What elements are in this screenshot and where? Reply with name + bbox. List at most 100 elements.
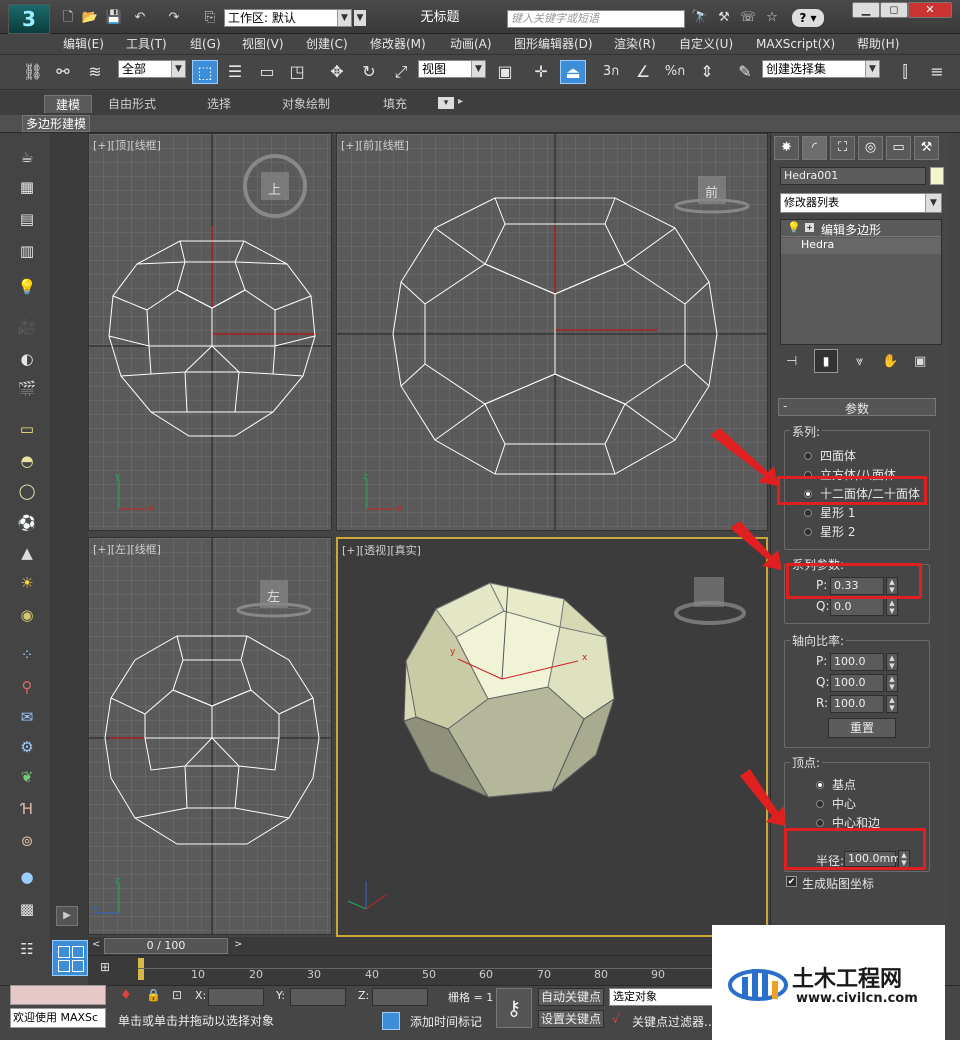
sun-icon[interactable]: ☀ [14,572,40,594]
angle-snap-icon[interactable]: ∠ [630,60,656,84]
stack-item-edit-poly[interactable]: 💡 + 编辑多边形 [781,220,941,237]
family-option-star1[interactable]: 星形 1 [804,506,924,520]
select-object-icon[interactable]: ⬚ [192,60,218,84]
key-filter-icon[interactable]: √ [612,1012,620,1026]
search-input[interactable]: 键入关键字或短语 [507,10,685,28]
ribbon-options-icon[interactable]: ▾ [438,97,454,109]
menu-rendering[interactable]: 渲染(R) [614,34,656,54]
unlink-icon[interactable]: ⚯ [50,60,76,84]
bind-space-warp-icon[interactable]: ≋ [82,60,108,84]
selection-filter-dropdown[interactable]: 全部 ▼ [118,60,186,78]
geosphere-icon[interactable]: ⚽ [14,512,40,534]
hold-icon[interactable]: ⎘ [200,9,220,27]
menu-group[interactable]: 组(G) [190,34,221,54]
teapot-icon[interactable]: ☕ [14,146,40,168]
render-frame-icon[interactable]: ▥ [14,240,40,262]
ribbon-expand-icon[interactable]: ▸ [458,96,463,107]
rect-selection-icon[interactable]: ▭ [254,60,280,84]
customize-toolbar-icon[interactable]: ▼ [354,10,366,26]
ribbon-tab-object-paint[interactable]: 对象绘制 [276,95,336,113]
menu-help[interactable]: 帮助(H) [857,34,899,54]
menu-maxscript[interactable]: MAXScript(X) [756,34,835,54]
plane-icon[interactable]: ▭ [14,418,40,440]
utilities-tab-icon[interactable]: ⚒ [914,136,939,160]
hierarchy-tab-icon[interactable]: ⛶ [830,136,855,160]
radio-button[interactable] [816,800,824,808]
gear-icon[interactable]: ⚙ [14,736,40,758]
menu-graph-editors[interactable]: 图形编辑器(D) [514,34,593,54]
z-coord-field[interactable] [372,988,428,1006]
torus-icon[interactable]: ◉ [14,604,40,626]
viewcube-face-label[interactable]: 前 [705,182,718,201]
mirror-icon[interactable]: ⫿ [892,60,918,84]
camera-icon[interactable]: 🎥 [14,316,40,338]
time-prev-icon[interactable]: < [92,939,100,950]
subscription-icon[interactable]: ⚒ [714,9,734,27]
add-time-tag-label[interactable]: 添加时间标记 [410,1013,482,1030]
y-coord-field[interactable] [290,988,346,1006]
axis-p-field[interactable]: 100.0 [830,653,884,671]
ribbon-tab-selection[interactable]: 选择 [196,95,242,113]
motion-tab-icon[interactable]: ◎ [858,136,883,160]
rollout-header-parameters[interactable]: - 参数 [778,398,936,416]
pin-stack-icon[interactable]: ⊣ [786,354,797,369]
lightbulb-icon[interactable]: 💡 [787,221,801,234]
lock-icon[interactable]: 🔒 [146,988,161,1002]
viewport-top[interactable]: [+][顶][线框] 上 y x [88,133,332,531]
ribbon-tab-modeling[interactable]: 建模 [44,95,92,113]
key-selection-dropdown[interactable]: 选定对象 [609,988,715,1006]
menu-modifiers[interactable]: 修改器(M) [370,34,426,54]
viewcube-face-label[interactable]: 上 [268,179,281,198]
isolate-icon[interactable]: ♦ [120,988,132,1003]
minimize-button[interactable]: ▁ [852,2,880,18]
polygon-modeling-tab[interactable]: 多边形建模 [22,115,91,132]
hair-icon[interactable]: Ɦ [14,798,40,820]
app-logo-icon[interactable]: 3 [8,4,50,34]
q-spinner-icon[interactable]: ▲ ▼ [886,598,898,616]
select-by-name-icon[interactable]: ☰ [222,60,248,84]
material-editor-icon[interactable]: ▤ [14,208,40,230]
snaps-toggle-icon[interactable]: 3ก [598,60,624,84]
edit-named-selection-icon[interactable]: ✎ [732,60,758,84]
menu-create[interactable]: 创建(C) [306,34,348,54]
pivot-center-icon[interactable]: ▣ [492,60,518,84]
link-icon[interactable]: ⛓ [20,60,46,84]
render-icon[interactable]: 🎬 [14,378,40,400]
cone-icon[interactable]: ▲ [14,542,40,564]
maxscript-listener-mini[interactable] [10,985,106,1005]
grid-tool-icon[interactable]: ▩ [14,898,40,920]
manipulate-icon[interactable]: ✛ [528,60,554,84]
set-key-button[interactable]: 设置关键点 [538,1010,604,1028]
menu-animation[interactable]: 动画(A) [450,34,492,54]
close-button[interactable]: ✕ [908,2,952,18]
layers-icon[interactable]: ☷ [14,938,40,960]
frame-counter[interactable]: 0 / 100 [104,938,228,954]
binoculars-icon[interactable]: 🔭 [690,9,710,27]
modifier-list-dropdown[interactable]: 修改器列表 ▼ [780,193,942,213]
move-icon[interactable]: ✥ [324,60,350,84]
light-icon[interactable]: 💡 [14,276,40,298]
q-value-field[interactable]: 0.0 [830,598,884,616]
family-option-tetra[interactable]: 四面体 [804,449,924,463]
axis-q-field[interactable]: 100.0 [830,674,884,692]
time-marker[interactable] [138,958,144,980]
spinner-snap-icon[interactable]: ⇕ [694,60,720,84]
radio-button[interactable] [804,452,812,460]
key-filters-button[interactable]: 关键点过滤器... [632,1013,715,1030]
workspace-dropdown[interactable]: 工作区: 默认 ▼ [224,9,352,27]
circle-icon[interactable]: ◯ [14,480,40,502]
ribbon-tab-populate[interactable]: 填充 [372,95,418,113]
viewport-layout-icon[interactable] [52,940,88,976]
grass-icon[interactable]: ❦ [14,766,40,788]
communication-icon[interactable]: ☏ [738,9,758,27]
modify-tab-icon[interactable]: ◜ [802,136,827,160]
create-tab-icon[interactable]: ✸ [774,136,799,160]
axis-r-spinner-icon[interactable]: ▲ ▼ [886,695,898,713]
redo-icon[interactable]: ↷ [164,9,184,27]
ref-coord-dropdown[interactable]: 视图 ▼ [418,60,486,78]
particles-icon[interactable]: ⁘ [14,644,40,666]
sphere-icon[interactable]: ● [14,866,40,888]
maximize-button[interactable]: ◻ [880,2,908,18]
object-color-swatch[interactable] [930,167,944,185]
vertex-option-center[interactable]: 中心 [816,797,916,811]
